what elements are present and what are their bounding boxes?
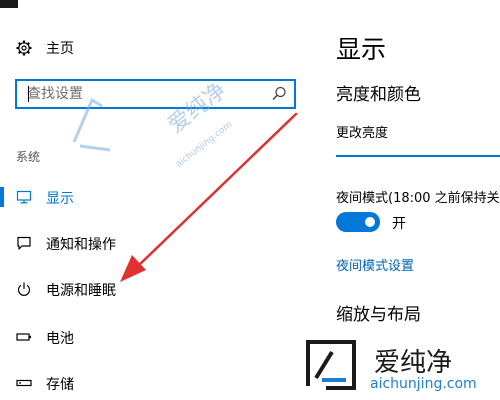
home-label: 主页 xyxy=(46,41,74,57)
gear-icon xyxy=(16,40,32,56)
section-label-system: 系统 xyxy=(16,150,41,164)
night-light-toggle[interactable] xyxy=(336,212,380,232)
toggle-knob xyxy=(365,217,375,227)
night-light-settings-link[interactable]: 夜间模式设置 xyxy=(336,255,414,274)
sidebar-item-battery[interactable]: 电池 xyxy=(0,322,300,352)
search-icon[interactable] xyxy=(270,85,288,103)
page-title: 显示 xyxy=(336,35,387,64)
toggle-state-label: 开 xyxy=(392,216,406,232)
search-input[interactable] xyxy=(17,81,272,107)
power-icon xyxy=(17,282,31,296)
sidebar-item-power-sleep[interactable]: 电源和睡眠 xyxy=(0,274,300,304)
message-icon xyxy=(17,236,31,250)
sidebar-item-label: 存储 xyxy=(46,377,74,393)
monitor-icon xyxy=(16,190,32,204)
sidebar-item-display[interactable]: 显示 xyxy=(0,182,300,212)
brightness-label: 更改亮度 xyxy=(336,126,389,141)
scale-layout-heading: 缩放与布局 xyxy=(336,305,421,325)
brightness-slider[interactable] xyxy=(336,155,500,157)
sidebar-item-label: 电池 xyxy=(46,331,74,347)
night-light-label: 夜间模式(18:00 之前保持关 xyxy=(336,191,500,206)
battery-icon xyxy=(16,333,31,341)
storage-icon xyxy=(16,379,32,387)
search-box[interactable] xyxy=(15,79,296,109)
sidebar-item-label: 通知和操作 xyxy=(46,237,116,253)
display-settings-content: 显示 亮度和颜色 更改亮度 夜间模式(18:00 之前保持关 开 夜间模式设置 … xyxy=(318,0,500,400)
sidebar-item-storage[interactable]: 存储 xyxy=(0,368,300,398)
sidebar-item-label: 电源和睡眠 xyxy=(46,283,116,299)
home-link[interactable]: 主页 xyxy=(16,37,74,59)
window-edge xyxy=(0,0,18,8)
text-caret xyxy=(28,86,29,102)
sidebar-item-label: 显示 xyxy=(46,191,74,207)
sidebar-item-notifications[interactable]: 通知和操作 xyxy=(0,228,300,258)
brightness-color-heading: 亮度和颜色 xyxy=(336,85,421,105)
settings-nav-pane: 主页 系统 显示 通知和操作 电源和睡眠 xyxy=(0,0,318,400)
active-indicator xyxy=(0,187,4,207)
